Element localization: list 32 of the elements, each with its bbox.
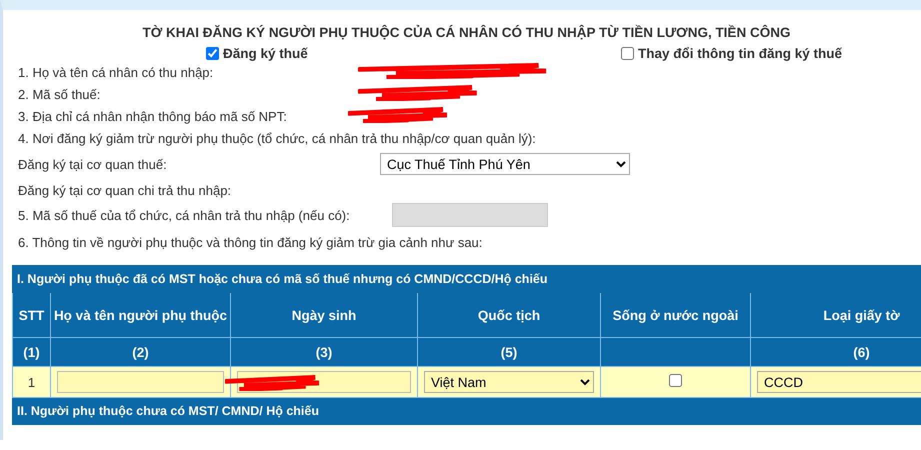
column-number: (6) bbox=[750, 338, 921, 366]
column-header: Ngày sinh bbox=[230, 292, 418, 338]
column-number: (5) bbox=[418, 338, 600, 366]
field-label: 3. Địa chỉ cá nhân nhận thông báo mã số NPT: bbox=[18, 108, 288, 124]
field-label: Đăng ký tại cơ quan chi trả thu nhập: bbox=[18, 182, 232, 198]
column-number: (2) bbox=[50, 338, 230, 366]
field-label: 5. Mã số thuế của tổ chức, cá nhân trả thu nhập (nếu có): bbox=[18, 208, 351, 222]
form-title: TỜ KHAI ĐĂNG KÝ NGƯỜI PHỤ THUỘC CỦA CÁ NHÂN CÓ THU NHẬP TỪ TIỀN LƯƠNG, TIỀN CÔNG bbox=[142, 25, 792, 40]
nationality-select[interactable]: Việt Nam bbox=[424, 371, 594, 393]
checkbox[interactable] bbox=[621, 47, 634, 60]
column-header: Sống ở nước ngoài bbox=[600, 292, 750, 338]
checkbox[interactable] bbox=[206, 47, 219, 60]
registration-checkbox[interactable]: Thay đổi thông tin đăng ký thuế bbox=[621, 46, 921, 61]
checkbox[interactable] bbox=[669, 374, 682, 387]
column-header: Họ và tên người phụ thuộc bbox=[50, 292, 230, 338]
registration-checkbox[interactable]: Đăng ký thuế bbox=[206, 46, 621, 61]
column-number: (3) bbox=[230, 338, 418, 366]
field-label: 2. Mã số thuế: bbox=[18, 86, 102, 102]
table-section-header: II. Người phụ thuộc chưa có MST/ CMND/ Hộ chiếu bbox=[12, 398, 921, 424]
column-header: STT bbox=[12, 292, 50, 338]
column-number: (1) bbox=[12, 338, 50, 366]
field-label: Đăng ký tại cơ quan thuế: bbox=[18, 156, 168, 172]
section-label: 6. Thông tin về người phụ thuộc và thông tin đăng ký giảm trừ gia cảnh như sau: bbox=[18, 234, 482, 250]
table-section-header: I. Người phụ thuộc đã có MST hoặc chưa có mã số thuế nhưng có CMND/CCCD/Hộ chiếu bbox=[12, 266, 921, 292]
column-header: Quốc tịch bbox=[418, 292, 600, 338]
tax-office-select[interactable]: Cục Thuế Tỉnh Phú Yên bbox=[380, 153, 630, 175]
name-field[interactable] bbox=[57, 371, 224, 393]
section-label: 4. Nơi đăng ký giảm trừ người phụ thuộc (tổ chức, cá nhân trả thu nhập/cơ quan quản lý): bbox=[18, 130, 536, 146]
column-header: Loại giấy tờ bbox=[750, 292, 921, 338]
document-type-select[interactable]: CCCD bbox=[757, 371, 921, 393]
field-label: 1. Họ và tên cá nhân có thu nhập: bbox=[18, 64, 214, 80]
row-number: 1 bbox=[12, 366, 50, 398]
